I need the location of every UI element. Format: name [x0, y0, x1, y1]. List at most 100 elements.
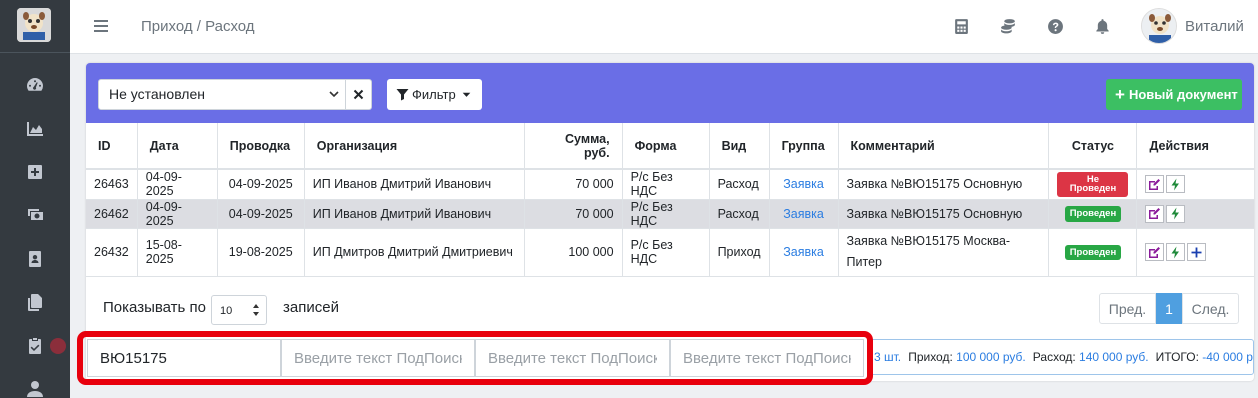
caret-down-icon	[462, 92, 470, 97]
dashboard-icon[interactable]	[24, 74, 46, 96]
bolt-icon	[1171, 207, 1180, 220]
table-row[interactable]: 26432 15-08-2025 19-08-2025 ИП Дмитров Д…	[86, 228, 1254, 277]
plus-icon	[1191, 247, 1202, 257]
edit-button[interactable]	[1145, 175, 1165, 194]
coins-icon[interactable]	[999, 17, 1017, 35]
topbar: Приход / Расход Виталий	[70, 0, 1258, 54]
table-header-row: ID Дата Проводка Организация Сумма, руб.…	[86, 123, 1254, 170]
breadcrumb: Приход / Расход	[141, 18, 255, 35]
card-toolbar: Не установлен Фильтр + Новый документ	[86, 63, 1254, 123]
prev-page-button[interactable]: Пред.	[1099, 293, 1156, 324]
close-icon	[353, 89, 364, 100]
add-button[interactable]	[1187, 243, 1207, 261]
cell-actions	[1136, 169, 1254, 200]
total-value: -40 000 р	[1202, 350, 1253, 364]
plus-icon: +	[1115, 85, 1125, 104]
post-button[interactable]	[1166, 175, 1186, 194]
documents-table: ID Дата Проводка Организация Сумма, руб.…	[86, 123, 1254, 277]
cell-date: 04-09-2025	[137, 199, 218, 229]
cell-posting: 19-08-2025	[217, 228, 305, 277]
status-select[interactable]: Не установлен	[98, 79, 346, 110]
income-label: Приход:	[908, 350, 953, 364]
filter-button[interactable]: Фильтр	[387, 79, 482, 110]
column-header[interactable]: Форма	[622, 123, 710, 170]
column-header[interactable]: Вид	[709, 123, 770, 170]
app-logo[interactable]	[17, 8, 51, 42]
column-header[interactable]: Действия	[1136, 123, 1254, 170]
income-value: 100 000 руб.	[956, 350, 1026, 364]
cell-id: 26463	[86, 169, 138, 200]
cell-status: Не Проведен	[1048, 169, 1138, 200]
user-icon[interactable]	[24, 378, 46, 398]
group-link[interactable]: Заявка	[783, 207, 824, 221]
id-badge-icon[interactable]	[24, 248, 46, 270]
money-icon[interactable]	[24, 204, 46, 226]
cell-date: 04-09-2025	[137, 169, 218, 200]
post-button[interactable]	[1166, 204, 1186, 223]
clipboard-check-icon[interactable]	[24, 335, 46, 357]
page-1-button[interactable]: 1	[1156, 293, 1182, 324]
chevron-down-icon	[329, 91, 339, 98]
cell-form: Р/с Без НДС	[622, 199, 710, 229]
notification-dot	[50, 338, 66, 354]
bell-icon[interactable]	[1093, 17, 1111, 35]
expense-label: Расход:	[1032, 350, 1076, 364]
group-link[interactable]: Заявка	[783, 245, 824, 259]
bolt-icon	[1171, 178, 1180, 191]
post-button[interactable]	[1166, 243, 1186, 261]
expense-value: 140 000 руб.	[1079, 350, 1149, 364]
status-badge: Проведен	[1064, 206, 1122, 222]
cell-form: Р/с Без НДС	[622, 228, 710, 277]
clear-status-button[interactable]	[346, 79, 372, 110]
edit-button[interactable]	[1145, 204, 1165, 223]
table-row[interactable]: 26463 04-09-2025 04-09-2025 ИП Иванов Дм…	[86, 169, 1254, 200]
cell-status: Проведен	[1048, 199, 1138, 229]
cell-sum: 70 000	[524, 199, 623, 229]
column-header[interactable]: Статус	[1048, 123, 1138, 170]
cell-status: Проведен	[1048, 228, 1138, 277]
menu-toggle-icon[interactable]	[94, 17, 110, 35]
copy-icon[interactable]	[24, 291, 46, 313]
page-length-suffix: записей	[283, 299, 339, 316]
cell-actions	[1136, 228, 1254, 277]
page-length-value: 10	[220, 305, 233, 317]
next-page-button[interactable]: След.	[1182, 293, 1239, 324]
cell-id: 26462	[86, 199, 138, 229]
page-length-label: Показывать по	[103, 299, 206, 316]
new-document-label: Новый документ	[1128, 87, 1238, 102]
page-length-select[interactable]: 10	[211, 295, 267, 325]
sidebar-divider	[0, 52, 70, 53]
plus-square-icon[interactable]	[24, 161, 46, 183]
cell-comment: Заявка №ВЮ15175 Основную	[838, 169, 1050, 200]
total-label: ИТОГО:	[1155, 350, 1199, 364]
chart-area-icon[interactable]	[24, 118, 46, 140]
table-row[interactable]: 26462 04-09-2025 04-09-2025 ИП Иванов Дм…	[86, 199, 1254, 229]
column-header[interactable]: Группа	[769, 123, 839, 170]
status-badge: Не Проведен	[1057, 171, 1129, 197]
bolt-icon	[1171, 246, 1180, 258]
column-header[interactable]: Проводка	[217, 123, 305, 170]
sidebar	[0, 0, 70, 398]
avatar[interactable]	[1141, 8, 1177, 44]
status-badge: Проведен	[1064, 244, 1122, 261]
help-icon[interactable]	[1046, 17, 1064, 35]
cell-posting: 04-09-2025	[217, 169, 305, 200]
sort-arrows-icon	[253, 304, 259, 316]
edit-button[interactable]	[1145, 243, 1165, 261]
column-header[interactable]: ID	[86, 123, 138, 170]
totals-count: 3 шт.	[874, 350, 902, 364]
column-header[interactable]: Организация	[304, 123, 525, 170]
cell-sum: 100 000	[524, 228, 623, 277]
calculator-icon[interactable]	[952, 17, 970, 35]
status-select-value: Не установлен	[109, 86, 205, 102]
cell-date: 15-08-2025	[137, 228, 218, 277]
user-name[interactable]: Виталий	[1185, 18, 1244, 35]
new-document-button[interactable]: + Новый документ	[1106, 79, 1242, 110]
cell-form: Р/с Без НДС	[622, 169, 710, 200]
column-header[interactable]: Комментарий	[838, 123, 1050, 170]
column-header[interactable]: Сумма, руб.	[524, 123, 623, 170]
edit-icon	[1149, 178, 1161, 190]
group-link[interactable]: Заявка	[783, 177, 824, 191]
column-header[interactable]: Дата	[137, 123, 218, 170]
cell-kind: Расход	[709, 169, 770, 200]
